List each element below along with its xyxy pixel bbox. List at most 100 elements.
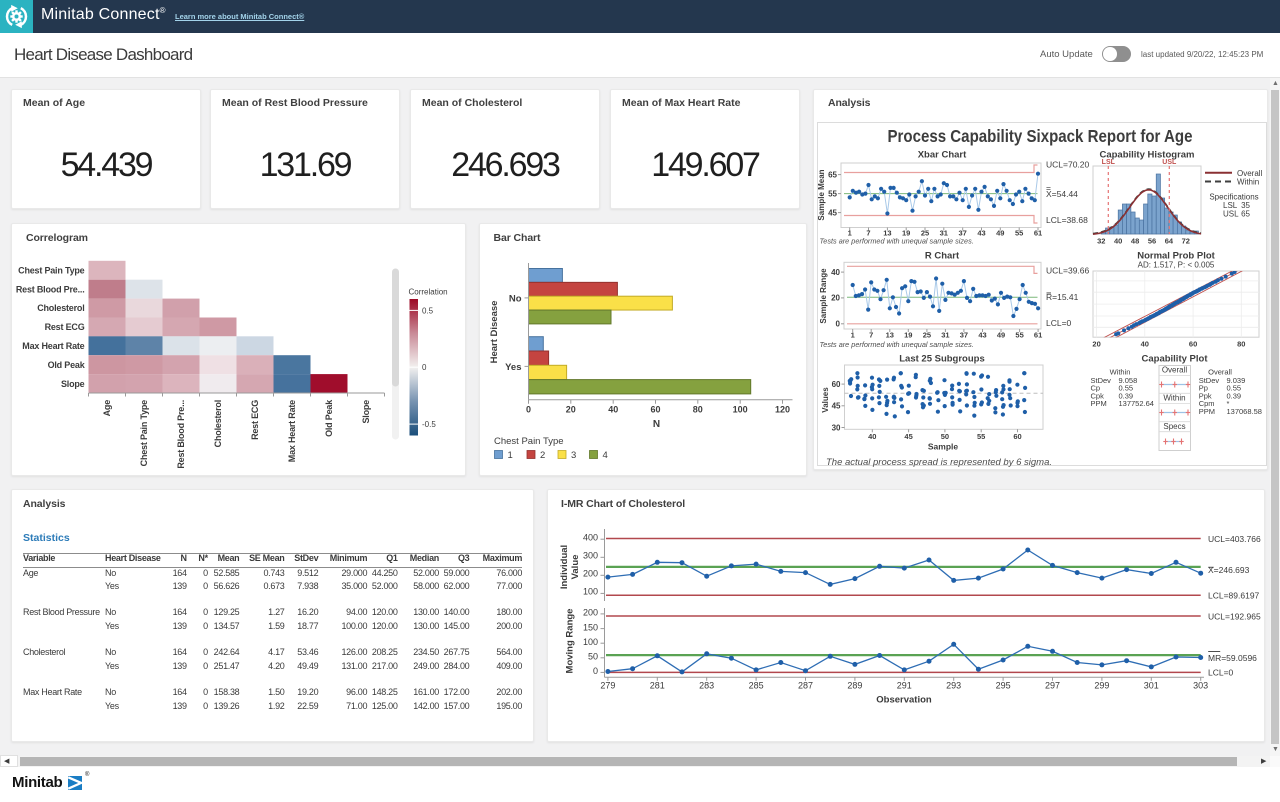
svg-text:45: 45	[904, 432, 912, 441]
svg-text:291: 291	[897, 681, 912, 691]
svg-text:Rest Blood Pre...: Rest Blood Pre...	[16, 284, 85, 294]
svg-text:60: 60	[1189, 340, 1197, 349]
svg-text:Cholesterol: Cholesterol	[213, 400, 223, 447]
svg-text:56: 56	[1148, 237, 1156, 246]
svg-text:Rest ECG: Rest ECG	[250, 399, 260, 439]
svg-text:40: 40	[868, 432, 876, 441]
svg-text:-0.5: -0.5	[422, 420, 436, 429]
svg-text:43: 43	[977, 229, 985, 238]
svg-text:Process Capability Sixpack Rep: Process Capability Sixpack Report for Ag…	[888, 126, 1193, 146]
svg-text:50: 50	[941, 432, 949, 441]
svg-text:13: 13	[886, 331, 894, 340]
svg-text:60: 60	[832, 380, 841, 389]
svg-text:Cholesterol: Cholesterol	[37, 303, 84, 313]
svg-text:60: 60	[1013, 432, 1021, 441]
svg-text:Slope: Slope	[361, 399, 371, 423]
svg-text:61: 61	[1034, 229, 1042, 238]
svg-text:100: 100	[583, 637, 598, 647]
svg-text:60: 60	[650, 404, 660, 414]
svg-text:Within: Within	[1163, 394, 1185, 403]
svg-text:100: 100	[583, 587, 598, 597]
svg-text:Chest Pain Type: Chest Pain Type	[494, 436, 564, 447]
svg-text:45: 45	[832, 402, 841, 411]
svg-text:150: 150	[583, 622, 598, 632]
svg-text:Last 25 Subgroups: Last 25 Subgroups	[899, 354, 985, 365]
svg-text:Max Heart Rate: Max Heart Rate	[287, 399, 297, 461]
svg-text:UCL=39.66: UCL=39.66	[1046, 266, 1090, 276]
svg-text:Chest Pain Type: Chest Pain Type	[18, 265, 85, 275]
svg-text:55: 55	[1015, 229, 1023, 238]
svg-text:283: 283	[699, 681, 714, 691]
svg-text:43: 43	[978, 331, 986, 340]
svg-text:200: 200	[583, 608, 598, 618]
svg-text:Within: Within	[1237, 178, 1259, 187]
svg-text:4: 4	[602, 450, 607, 461]
svg-text:Sample Mean: Sample Mean	[817, 169, 826, 220]
svg-text:LCL=89.6197: LCL=89.6197	[1208, 591, 1260, 601]
svg-text:X=54.44: X=54.44	[1046, 189, 1078, 199]
svg-text:Yes: Yes	[505, 361, 521, 372]
svg-text:137068.58: 137068.58	[1227, 407, 1262, 416]
svg-text:289: 289	[847, 681, 862, 691]
svg-text:MR=59.0596: MR=59.0596	[1208, 653, 1257, 663]
svg-text:Age: Age	[102, 399, 112, 416]
svg-text:303: 303	[1193, 681, 1208, 691]
svg-text:65: 65	[828, 170, 837, 179]
svg-text:40: 40	[831, 268, 840, 277]
svg-text:64: 64	[1165, 237, 1174, 246]
svg-text:Tests are performed with unequ: Tests are performed with unequal sample …	[820, 340, 974, 349]
svg-text:2: 2	[540, 450, 545, 461]
svg-text:31: 31	[941, 331, 949, 340]
svg-text:1: 1	[851, 331, 855, 340]
svg-text:49: 49	[996, 229, 1004, 238]
svg-text:48: 48	[1131, 237, 1139, 246]
svg-text:Individual: Individual	[559, 545, 570, 589]
svg-text:65: 65	[1241, 210, 1250, 219]
svg-text:0: 0	[593, 666, 598, 676]
svg-text:25: 25	[923, 331, 931, 340]
svg-text:1: 1	[507, 450, 512, 461]
svg-text:LCL=38.68: LCL=38.68	[1046, 215, 1088, 225]
svg-text:300: 300	[583, 551, 598, 561]
svg-text:281: 281	[650, 681, 665, 691]
svg-text:LCL=0: LCL=0	[1208, 668, 1234, 678]
svg-text:X=246.693: X=246.693	[1208, 565, 1250, 575]
svg-text:0: 0	[525, 404, 530, 414]
svg-text:72: 72	[1182, 237, 1190, 246]
svg-text:UCL=403.766: UCL=403.766	[1208, 534, 1261, 544]
svg-text:40: 40	[1141, 340, 1149, 349]
svg-text:Values: Values	[821, 387, 830, 413]
svg-text:Sample Range: Sample Range	[819, 268, 828, 324]
svg-text:Observation: Observation	[876, 695, 932, 706]
svg-text:USL: USL	[1162, 159, 1177, 166]
svg-text:40: 40	[1114, 237, 1122, 246]
svg-text:287: 287	[798, 681, 813, 691]
svg-text:Max Heart Rate: Max Heart Rate	[22, 341, 84, 351]
svg-text:32: 32	[1097, 237, 1105, 246]
svg-text:50: 50	[588, 652, 598, 662]
svg-text:PPM: PPM	[1091, 399, 1107, 408]
svg-text:55: 55	[1015, 331, 1023, 340]
svg-text:N: N	[652, 419, 659, 430]
svg-text:30: 30	[832, 423, 841, 432]
svg-text:137752.64: 137752.64	[1119, 399, 1154, 408]
svg-text:Old Peak: Old Peak	[48, 359, 86, 369]
svg-text:PPM: PPM	[1199, 407, 1215, 416]
svg-text:200: 200	[583, 569, 598, 579]
svg-text:Heart Disease: Heart Disease	[489, 300, 500, 363]
svg-text:Slope: Slope	[61, 378, 85, 388]
svg-text:400: 400	[583, 532, 598, 542]
svg-text:299: 299	[1094, 681, 1109, 691]
svg-text:295: 295	[996, 681, 1011, 691]
svg-text:40: 40	[608, 404, 618, 414]
svg-text:Old Peak: Old Peak	[324, 398, 334, 436]
svg-text:19: 19	[904, 331, 912, 340]
svg-text:100: 100	[732, 404, 747, 414]
svg-text:3: 3	[571, 450, 576, 461]
svg-text:USL: USL	[1223, 210, 1239, 219]
svg-text:LCL=0: LCL=0	[1046, 318, 1072, 328]
svg-text:Capability Plot: Capability Plot	[1142, 354, 1209, 365]
svg-text:Sample: Sample	[928, 442, 959, 452]
svg-text:AD: 1.517, P: < 0.005: AD: 1.517, P: < 0.005	[1138, 261, 1215, 270]
svg-text:Overall: Overall	[1237, 169, 1263, 178]
